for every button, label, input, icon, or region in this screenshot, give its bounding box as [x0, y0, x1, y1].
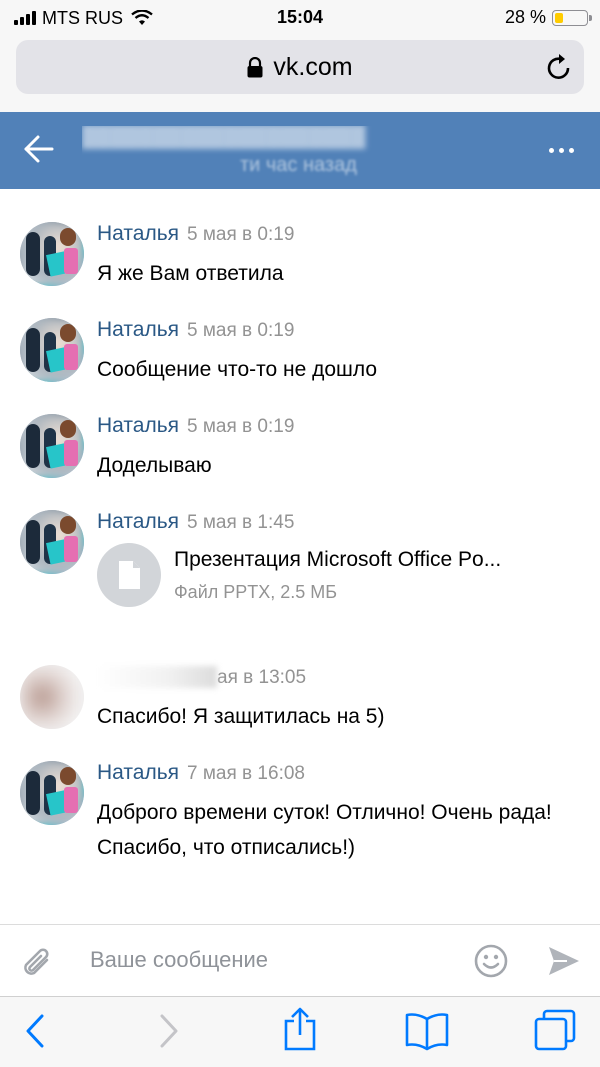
tabs-icon[interactable] [534, 1009, 576, 1051]
share-icon[interactable] [282, 1007, 318, 1051]
author-name[interactable]: Наталья [97, 318, 179, 341]
avatar[interactable] [20, 318, 84, 382]
blurred-author-name [97, 666, 217, 689]
battery-percent: 28 % [504, 7, 546, 27]
avatar[interactable] [20, 222, 84, 286]
smiley-icon[interactable] [474, 944, 508, 978]
avatar[interactable] [20, 761, 84, 825]
url-display[interactable]: vk.com [16, 40, 584, 94]
more-dots-icon[interactable] [549, 148, 574, 153]
safari-toolbar [0, 996, 600, 1067]
message-text: Спасибо! Я защитилась на 5) [97, 705, 385, 728]
bookmarks-icon[interactable] [404, 1011, 450, 1051]
author-name[interactable]: Наталья [97, 414, 179, 437]
message-time: ая в 13:05 [217, 667, 307, 688]
status-bar: MTS RUS 15:04 28 % [0, 0, 600, 36]
file-icon[interactable] [97, 543, 161, 607]
message-meta: Наталья 5 мая в 0:19 [97, 222, 294, 246]
document-icon [119, 561, 140, 589]
battery-icon [552, 9, 592, 26]
back-arrow-icon[interactable] [22, 132, 56, 166]
avatar[interactable] [20, 510, 84, 574]
back-icon[interactable] [24, 1013, 46, 1049]
author-name[interactable]: Наталья [97, 761, 179, 784]
message-meta: Наталья 7 мая в 16:08 [97, 761, 305, 785]
message-input[interactable]: Ваше сообщение [90, 947, 268, 973]
message-meta: Наталья 5 мая в 0:19 [97, 414, 294, 438]
message-meta: Наталья 5 мая в 1:45 [97, 510, 294, 534]
message-time: 5 мая в 0:19 [187, 416, 295, 437]
contact-status: ти час назад [240, 154, 357, 176]
forward-icon[interactable] [158, 1013, 180, 1049]
address-bar[interactable]: vk.com [16, 40, 584, 94]
message-text: Я же Вам ответила [97, 262, 284, 285]
battery-level [555, 12, 564, 23]
message-text: Доделываю [97, 454, 212, 477]
author-name[interactable]: Наталья [97, 222, 179, 245]
browser-chrome: vk.com [0, 36, 600, 112]
message-time: 7 мая в 16:08 [187, 763, 305, 784]
avatar[interactable] [20, 414, 84, 478]
chat-header: ████████████████████ ти час назад [0, 112, 600, 189]
send-icon[interactable] [547, 945, 581, 977]
attachment-title[interactable]: Презентация Microsoft Office Po... [174, 548, 574, 572]
attachment-subtitle: Файл PPTX, 2.5 МБ [174, 582, 338, 602]
message-meta: ая в 13:05 [97, 665, 306, 689]
url-text: vk.com [273, 52, 353, 81]
status-right: 28 % [504, 7, 592, 28]
message-time: 5 мая в 0:19 [187, 320, 295, 341]
lock-icon [247, 56, 263, 77]
avatar[interactable] [20, 665, 84, 729]
message-composer: Ваше сообщение [0, 924, 600, 997]
message-meta: Наталья 5 мая в 0:19 [97, 318, 294, 342]
paperclip-icon[interactable] [20, 945, 54, 981]
message-text: Сообщение что-то не дошло [97, 358, 378, 381]
message-text: Доброго времени суток! Отлично! Очень ра… [97, 801, 552, 859]
reload-icon[interactable] [546, 53, 572, 81]
message-time: 5 мая в 1:45 [187, 512, 295, 533]
message-time: 5 мая в 0:19 [187, 224, 295, 245]
author-name[interactable]: Наталья [97, 510, 179, 533]
